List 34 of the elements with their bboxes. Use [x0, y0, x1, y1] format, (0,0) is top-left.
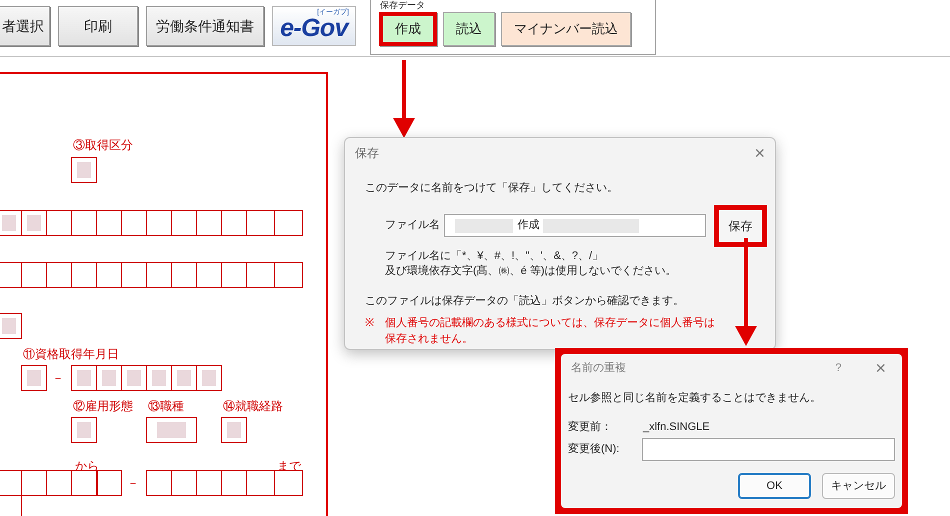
form-label: ⑫雇用形態: [73, 398, 133, 415]
field-label: 変更前：: [568, 420, 613, 434]
note-mark: ※: [365, 316, 375, 331]
field-label: 変更後(N):: [568, 442, 620, 458]
save-data-button[interactable]: マイナンバー読込: [501, 12, 631, 46]
dialog-button[interactable]: OK: [738, 473, 811, 499]
dash-separator: －: [52, 370, 64, 387]
logo-text: e-Gov: [280, 14, 348, 42]
hint-text: ファイル名に「*、¥、#、!、"、'、&、?、/」: [385, 248, 604, 264]
field-label: ファイル名: [385, 218, 441, 234]
save-button[interactable]: 保存: [714, 204, 767, 246]
form-label: ⑬職種: [148, 398, 184, 415]
form-label: ⑭就職経路: [223, 398, 283, 415]
form-label: ⑪資格取得年月日: [23, 346, 119, 363]
save-data-button[interactable]: 作成: [379, 12, 437, 46]
form-label: ③取得区分: [73, 137, 133, 154]
instruction-text: このデータに名前をつけて「保存」してください。: [365, 181, 619, 196]
message-text: セル参照と同じ名前を定義することはできません。: [567, 390, 822, 406]
dialog-title: 名前の重複: [571, 360, 627, 376]
close-button[interactable]: ×: [875, 359, 886, 377]
toolbar-button[interactable]: 印刷: [58, 6, 138, 46]
toolbar-button[interactable]: 者選択: [0, 6, 50, 46]
group-title: 保存データ: [379, 0, 426, 10]
hint-text: 及び環境依存文字(髙、㈱、é 等)は使用しないでください。: [385, 264, 678, 278]
file-name-field[interactable]: 作成: [444, 214, 706, 237]
save-data-button[interactable]: 読込: [443, 12, 495, 46]
close-button[interactable]: ×: [754, 144, 765, 162]
before-value: _xlfn.SINGLE: [643, 420, 710, 434]
toolbar-button[interactable]: 労働条件通知書: [146, 6, 264, 46]
dialog-title: 保存: [355, 145, 379, 162]
dash-separator: －: [127, 475, 139, 492]
dialog-button[interactable]: キャンセル: [822, 473, 895, 499]
note-text: 個人番号の記載欄のある様式については、保存データに個人番号は保存されません。: [385, 316, 716, 347]
info-text: このファイルは保存データの「読込」ボタンから確認できます。: [365, 294, 685, 308]
